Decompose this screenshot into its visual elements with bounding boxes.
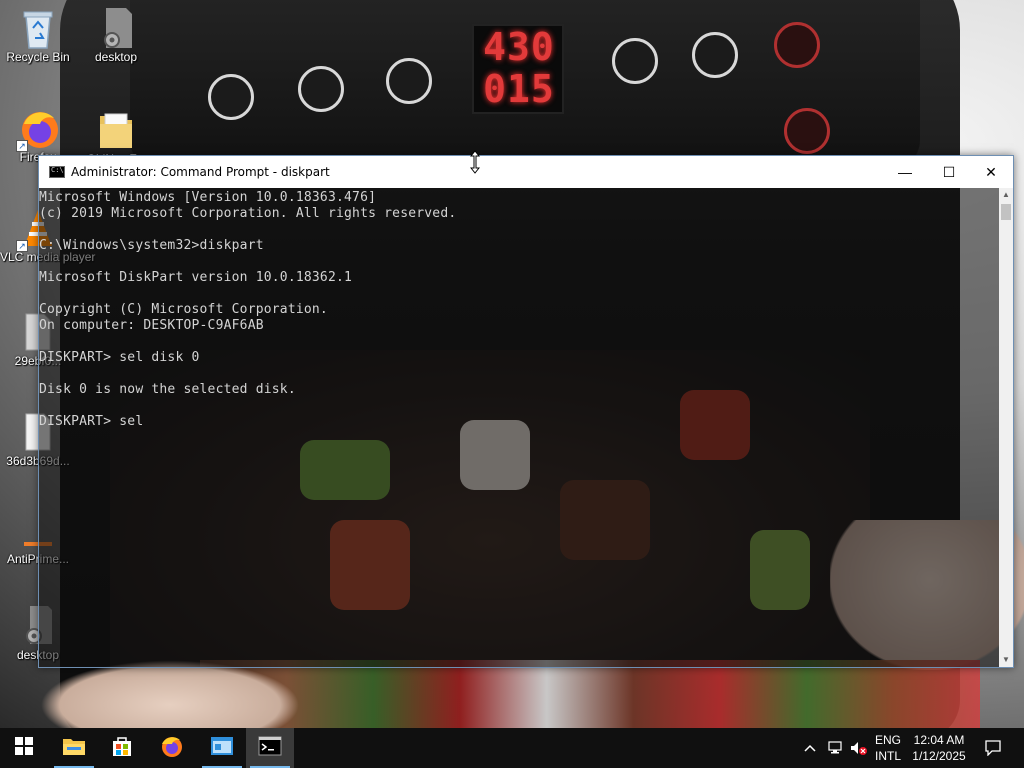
minimize-button[interactable]: — <box>883 156 927 188</box>
window-app-icon <box>210 736 234 761</box>
minimize-icon: — <box>898 164 912 180</box>
wallpaper-temp-knob <box>208 74 254 120</box>
vertical-scrollbar[interactable]: ▲ ▼ <box>999 188 1013 667</box>
wallpaper-digits-bottom: 015 <box>483 67 555 111</box>
cmd-app-icon[interactable] <box>49 166 65 178</box>
desktop-icon-recycle-bin[interactable]: Recycle Bin <box>0 6 76 65</box>
desktop-icon-desktop[interactable]: desktop <box>78 6 154 65</box>
wallpaper-time-knob <box>298 66 344 112</box>
console-input-line[interactable]: DISKPART> sel <box>39 414 999 430</box>
store-bag-icon <box>111 735 133 762</box>
desktop-icon-label: Recycle Bin <box>6 50 70 64</box>
console-lines: Microsoft Windows [Version 10.0.18363.47… <box>39 188 999 430</box>
command-prompt-window[interactable]: Administrator: Command Prompt - diskpart… <box>38 155 1014 668</box>
taskbar-control-panel[interactable] <box>198 728 246 768</box>
taskbar-file-explorer[interactable] <box>50 728 98 768</box>
taskbar-command-prompt[interactable] <box>246 728 294 768</box>
console-line: (c) 2019 Microsoft Corporation. All righ… <box>39 206 457 221</box>
wallpaper-digits-top: 430 <box>483 25 555 69</box>
show-hidden-icons-chevron-up-icon[interactable] <box>800 728 820 768</box>
maximize-button[interactable]: ☐ <box>927 156 971 188</box>
wallpaper-minus-knob <box>612 38 658 84</box>
wallpaper-hand-lower <box>40 660 300 728</box>
close-icon: ✕ <box>985 163 997 180</box>
console-line: Copyright (C) Microsoft Corporation. <box>39 302 328 317</box>
clock-date: 1/12/2025 <box>912 749 966 763</box>
scrollbar-thumb[interactable] <box>1001 204 1011 220</box>
taskbar-store[interactable] <box>98 728 146 768</box>
wallpaper-light-knob <box>692 32 738 78</box>
wallpaper-skewer <box>200 660 980 728</box>
firefox-icon <box>160 734 184 763</box>
close-button[interactable]: ✕ <box>969 156 1013 188</box>
console-line: DISKPART> sel disk 0 <box>39 350 200 365</box>
console-output-area[interactable]: Microsoft Windows [Version 10.0.18363.47… <box>39 188 999 667</box>
taskbar: ENG INTL 12:04 AM 1/12/2025 <box>0 728 1024 768</box>
shortcut-arrow-icon: ↗ <box>16 140 28 152</box>
action-center-notification-icon[interactable] <box>976 728 1010 768</box>
folder-icon <box>62 736 86 761</box>
scroll-up-arrow-icon[interactable]: ▲ <box>999 188 1013 202</box>
wallpaper-plus-knob <box>386 58 432 104</box>
recycle-bin-icon <box>18 6 58 50</box>
resize-vertical-cursor-icon <box>469 150 481 174</box>
maximize-icon: ☐ <box>942 163 956 180</box>
folder-icon <box>96 108 136 152</box>
desktop-icon-label: desktop <box>94 50 138 64</box>
wallpaper-rotisserie-knob <box>774 22 820 68</box>
cmd-icon <box>258 736 282 761</box>
windows-logo-icon <box>15 736 33 760</box>
window-title: Administrator: Command Prompt - diskpart <box>71 165 330 179</box>
clock[interactable]: 12:04 AM 1/12/2025 <box>906 732 972 764</box>
console-line: On computer: DESKTOP-C9AF6AB <box>39 318 264 333</box>
window-titlebar[interactable]: Administrator: Command Prompt - diskpart… <box>39 156 1013 188</box>
firefox-icon: ↗ <box>16 106 58 152</box>
input-language-indicator[interactable]: ENG INTL <box>872 732 904 764</box>
console-line: Disk 0 is now the selected disk. <box>39 382 296 397</box>
shortcut-arrow-icon: ↗ <box>16 240 28 252</box>
wallpaper-display-digits: 430 015 <box>476 26 562 110</box>
gear-file-icon <box>96 6 136 50</box>
console-line: C:\Windows\system32>diskpart <box>39 238 264 253</box>
keyboard-layout: INTL <box>874 749 901 763</box>
console-line: Microsoft DiskPart version 10.0.18362.1 <box>39 270 353 285</box>
console-line: Microsoft Windows [Version 10.0.18363.47… <box>39 190 377 205</box>
volume-muted-icon[interactable] <box>848 728 870 768</box>
start-button[interactable] <box>0 728 48 768</box>
clock-time: 12:04 AM <box>913 733 965 747</box>
language-code: ENG <box>874 733 901 747</box>
taskbar-firefox[interactable] <box>148 728 196 768</box>
wallpaper-power-knob <box>784 108 830 154</box>
scroll-down-arrow-icon[interactable]: ▼ <box>999 653 1013 667</box>
network-icon[interactable] <box>824 728 846 768</box>
